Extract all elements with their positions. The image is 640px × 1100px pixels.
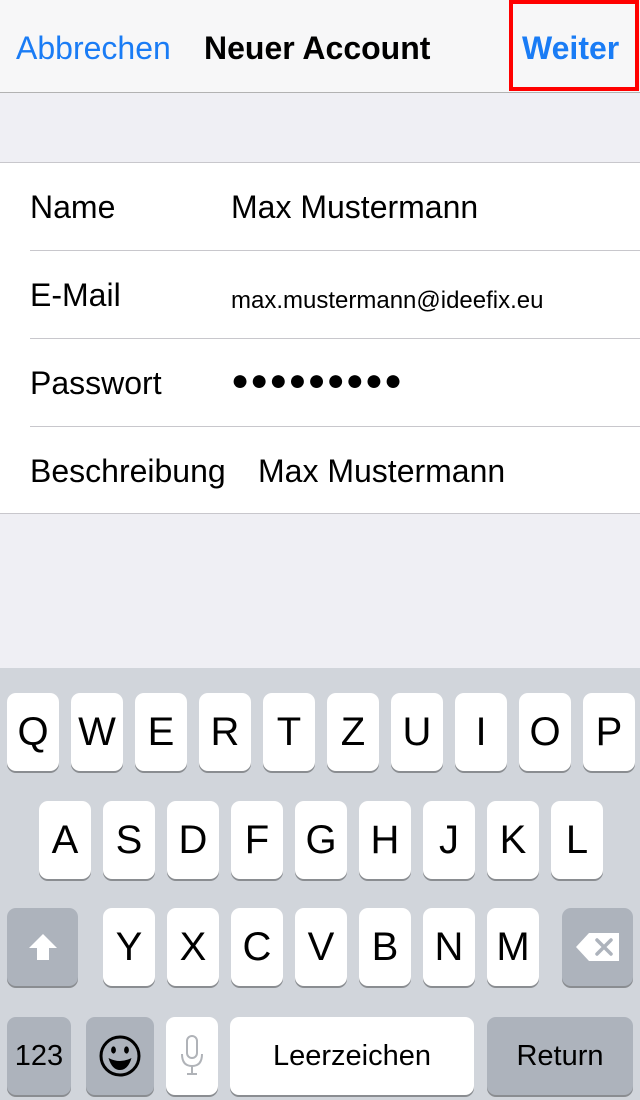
- key-h[interactable]: H: [359, 801, 411, 879]
- emoji-key[interactable]: [86, 1017, 154, 1095]
- email-row[interactable]: E-Mail max.mustermann@ideefix.eu: [0, 251, 640, 339]
- key-p[interactable]: P: [583, 693, 635, 771]
- delete-key[interactable]: [562, 908, 633, 986]
- key-d[interactable]: D: [167, 801, 219, 879]
- key-q[interactable]: Q: [7, 693, 59, 771]
- key-m[interactable]: M: [487, 908, 539, 986]
- space-key[interactable]: Leerzeichen: [230, 1017, 474, 1095]
- key-e[interactable]: E: [135, 693, 187, 771]
- shift-key[interactable]: [7, 908, 78, 986]
- key-a[interactable]: A: [39, 801, 91, 879]
- shift-icon: [28, 934, 57, 960]
- password-label: Passwort: [30, 365, 162, 401]
- key-r[interactable]: R: [199, 693, 251, 771]
- key-u[interactable]: U: [391, 693, 443, 771]
- key-v[interactable]: V: [295, 908, 347, 986]
- description-label: Beschreibung: [30, 453, 226, 489]
- key-t[interactable]: T: [263, 693, 315, 771]
- name-row[interactable]: Name Max Mustermann: [0, 163, 640, 251]
- key-k[interactable]: K: [487, 801, 539, 879]
- cancel-button[interactable]: Abbrechen: [16, 28, 171, 68]
- return-key[interactable]: Return: [487, 1017, 633, 1095]
- key-s[interactable]: S: [103, 801, 155, 879]
- description-row[interactable]: Beschreibung Max Mustermann: [0, 427, 640, 515]
- email-field[interactable]: max.mustermann@ideefix.eu: [231, 281, 544, 321]
- account-form: Name Max Mustermann E-Mail max.musterman…: [0, 162, 640, 514]
- key-g[interactable]: G: [295, 801, 347, 879]
- key-j[interactable]: J: [423, 801, 475, 879]
- numbers-key[interactable]: 123: [7, 1017, 71, 1095]
- microphone-icon: [181, 1035, 203, 1075]
- name-field[interactable]: Max Mustermann: [231, 187, 478, 227]
- key-l[interactable]: L: [551, 801, 603, 879]
- key-c[interactable]: C: [231, 908, 283, 986]
- key-f[interactable]: F: [231, 801, 283, 879]
- key-b[interactable]: B: [359, 908, 411, 986]
- key-z[interactable]: Z: [327, 693, 379, 771]
- dictation-key[interactable]: [166, 1017, 218, 1095]
- password-field[interactable]: ●●●●●●●●●: [231, 361, 403, 401]
- navigation-bar: Abbrechen Neuer Account Weiter: [0, 0, 640, 93]
- next-button[interactable]: Weiter: [522, 28, 619, 68]
- name-label: Name: [30, 189, 116, 225]
- key-n[interactable]: N: [423, 908, 475, 986]
- key-x[interactable]: X: [167, 908, 219, 986]
- emoji-icon: [99, 1035, 141, 1077]
- key-y[interactable]: Y: [103, 908, 155, 986]
- key-o[interactable]: O: [519, 693, 571, 771]
- description-field[interactable]: Max Mustermann: [258, 451, 505, 491]
- key-i[interactable]: I: [455, 693, 507, 771]
- delete-icon: [575, 933, 619, 961]
- password-row[interactable]: Passwort ●●●●●●●●●: [0, 339, 640, 427]
- email-label: E-Mail: [30, 277, 121, 313]
- page-title: Neuer Account: [204, 30, 431, 66]
- key-w[interactable]: W: [71, 693, 123, 771]
- keyboard: Q W E R T Z U I O P A S D F G H J K L Y …: [0, 668, 640, 1100]
